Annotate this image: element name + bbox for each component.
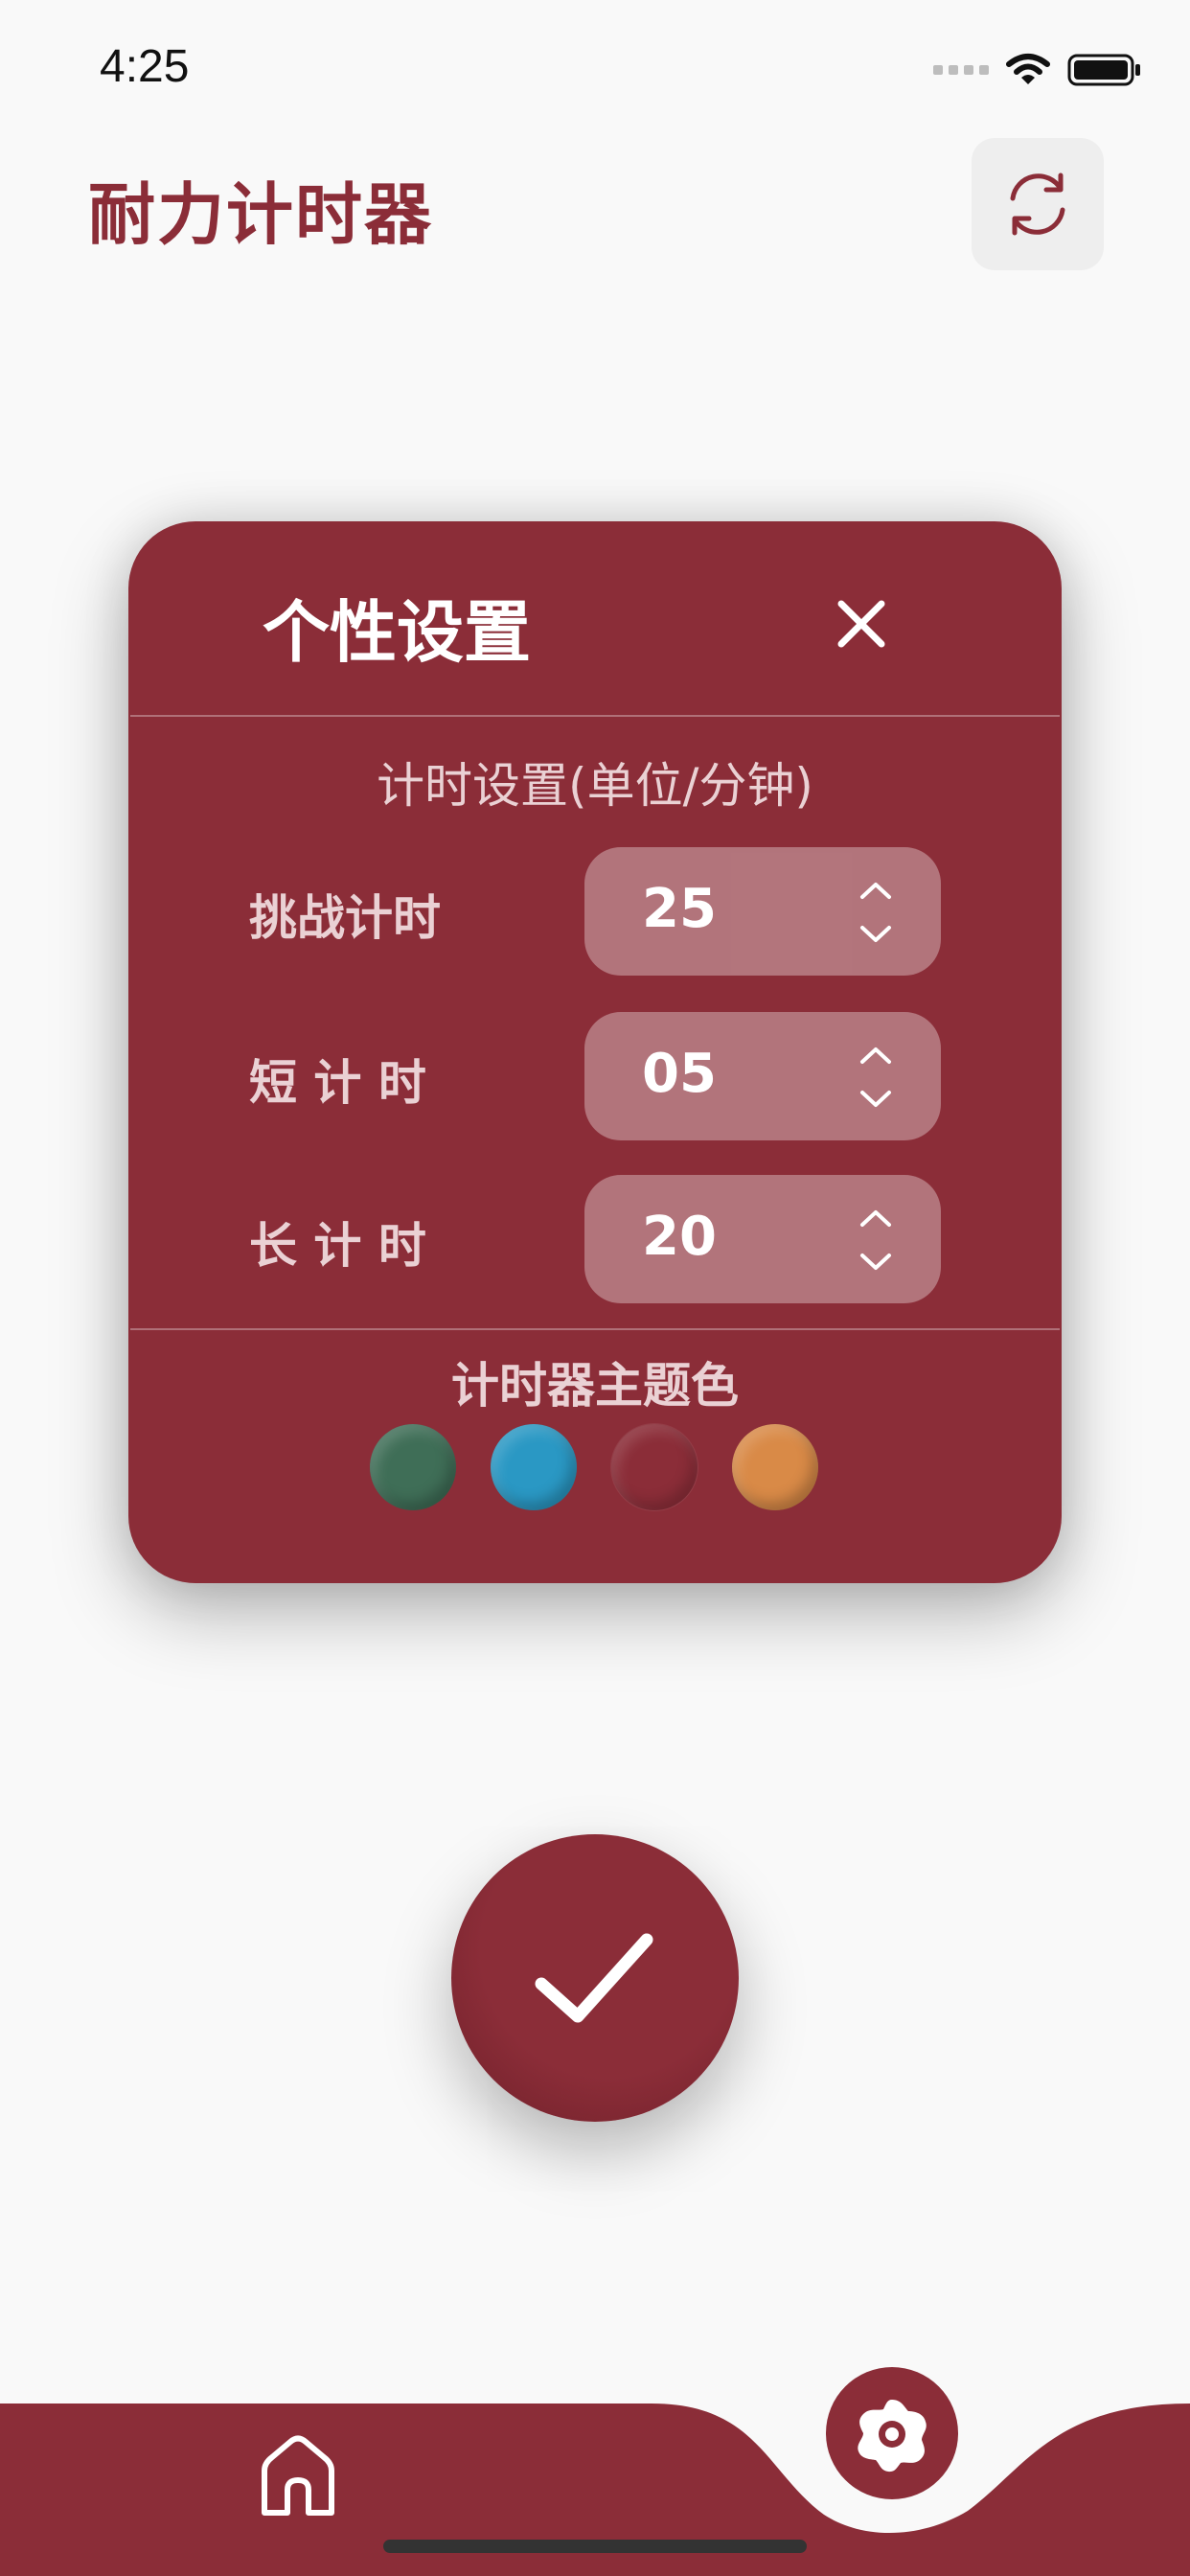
theme-swatch-red[interactable] bbox=[611, 1424, 698, 1510]
divider bbox=[130, 715, 1060, 717]
app-title: 耐力计时器 bbox=[88, 175, 433, 254]
stepper-arrows-icon[interactable] bbox=[857, 1033, 895, 1119]
divider bbox=[130, 1328, 1060, 1330]
tab-home[interactable] bbox=[247, 2426, 349, 2528]
stepper-value: 25 bbox=[642, 878, 717, 940]
battery-icon bbox=[1067, 54, 1140, 86]
theme-swatch-orange[interactable] bbox=[732, 1424, 818, 1510]
refresh-button[interactable] bbox=[972, 138, 1104, 270]
long-timer-stepper[interactable]: 20 bbox=[584, 1175, 941, 1303]
timer-section-label: 计时设置(单位/分钟) bbox=[377, 758, 813, 814]
signal-icon bbox=[933, 65, 989, 75]
long-timer-label: 长 计 时 bbox=[249, 1218, 426, 1274]
tab-settings[interactable] bbox=[826, 2367, 958, 2499]
status-time: 4:25 bbox=[100, 41, 190, 92]
short-timer-label: 短 计 时 bbox=[249, 1055, 426, 1111]
home-icon bbox=[262, 2435, 334, 2516]
close-button[interactable] bbox=[828, 590, 895, 657]
stepper-arrows-icon[interactable] bbox=[857, 1196, 895, 1282]
theme-section-label: 计时器主题色 bbox=[451, 1358, 739, 1414]
home-indicator bbox=[383, 2540, 807, 2553]
stepper-arrows-icon[interactable] bbox=[857, 868, 895, 954]
confirm-button[interactable] bbox=[451, 1834, 739, 2122]
settings-icon bbox=[858, 2400, 927, 2472]
stepper-value: 05 bbox=[642, 1043, 717, 1105]
status-bar: 4:25 bbox=[0, 0, 1190, 144]
checkmark-icon bbox=[535, 1933, 653, 2023]
theme-swatch-green[interactable] bbox=[370, 1424, 456, 1510]
challenge-timer-label: 挑战计时 bbox=[249, 890, 441, 946]
status-icons bbox=[933, 53, 1142, 87]
stepper-value: 20 bbox=[642, 1206, 717, 1268]
settings-dialog: 个性设置 计时设置(单位/分钟) 挑战计时 25 短 计 时 05 长 计 时 … bbox=[128, 521, 1062, 1583]
close-icon bbox=[837, 600, 885, 648]
theme-swatches bbox=[370, 1424, 818, 1510]
challenge-timer-stepper[interactable]: 25 bbox=[584, 847, 941, 976]
theme-swatch-blue[interactable] bbox=[491, 1424, 577, 1510]
wifi-icon bbox=[1006, 54, 1050, 84]
refresh-icon bbox=[1010, 172, 1065, 236]
dialog-title: 个性设置 bbox=[263, 593, 531, 672]
short-timer-stepper[interactable]: 05 bbox=[584, 1012, 941, 1140]
